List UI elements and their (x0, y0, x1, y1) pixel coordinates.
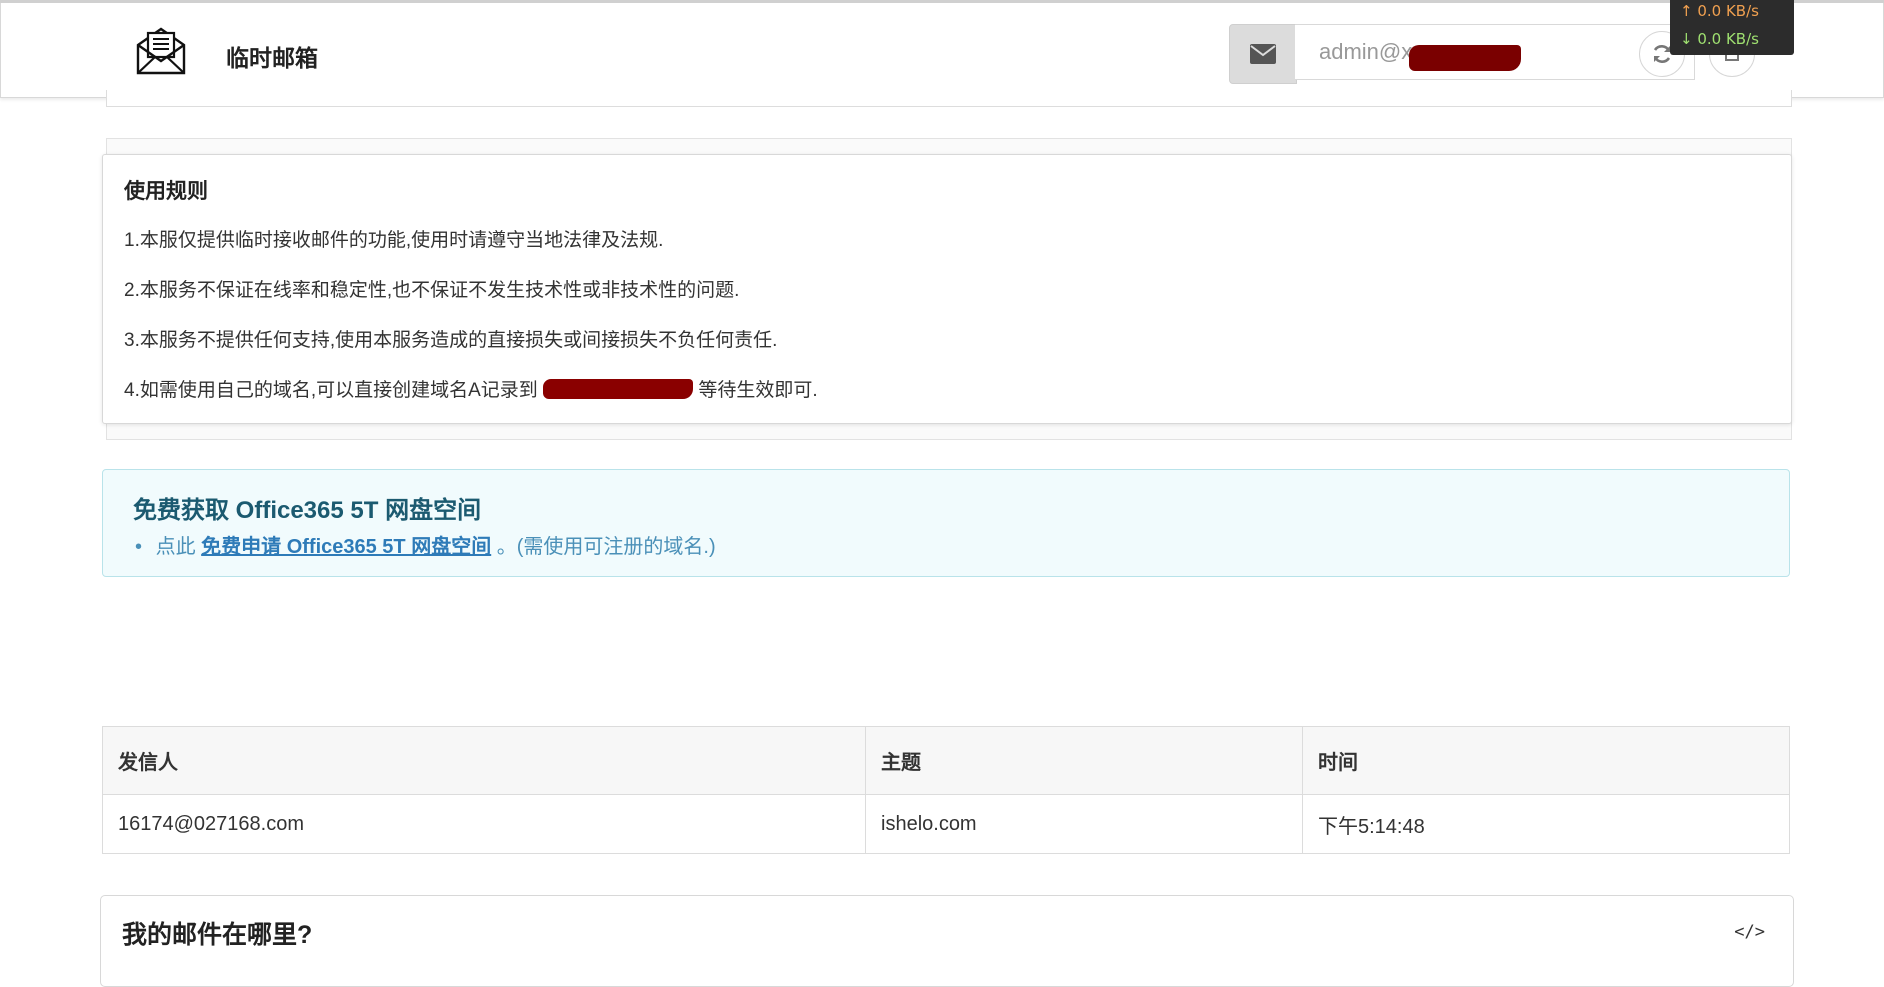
app-title: 临时邮箱 (226, 45, 318, 71)
faq-card[interactable]: 我的邮件在哪里? </> (100, 895, 1794, 987)
promo-item: • 点此 免费申请 Office365 5T 网盘空间 。(需使用可注册的域名.… (135, 530, 716, 559)
promo-prefix: 点此 (155, 536, 196, 558)
office365-apply-link[interactable]: 免费申请 Office365 5T 网盘空间 (201, 536, 491, 558)
upload-speed: ↑ 0.0 KB/s (1680, 2, 1759, 20)
bullet-icon: • (135, 536, 143, 558)
faq-title: 我的邮件在哪里? (122, 921, 313, 949)
table-header-row: 发信人 主题 时间 (102, 726, 1790, 795)
cell-subject: ishelo.com (865, 794, 1303, 854)
redaction-mark (1409, 45, 1521, 71)
rule-item-domain: 4.如需使用自己的域名,可以直接创建域名A记录到 等待生效即可. (124, 375, 818, 402)
rule-item-4-prefix: 4.如需使用自己的域名,可以直接创建域名A记录到 (124, 380, 538, 401)
paper-edge-decoration (106, 90, 1792, 107)
promo-title: 免费获取 Office365 5T 网盘空间 (133, 497, 482, 524)
envelope-icon (1250, 44, 1276, 64)
rule-item: 1.本服仅提供临时接收邮件的功能,使用时请遵守当地法律及法规. (124, 230, 664, 251)
rules-title: 使用规则 (124, 180, 208, 203)
network-speed-widget: ↑ 0.0 KB/s ↓ 0.0 KB/s (1670, 0, 1794, 55)
column-header-time: 时间 (1302, 726, 1790, 795)
rule-item: 2.本服务不保证在线率和稳定性,也不保证不发生技术性或非技术性的问题. (124, 280, 740, 301)
server-address-link[interactable] (543, 378, 694, 401)
mail-button[interactable] (1229, 24, 1297, 84)
navbar: 临时邮箱 (0, 3, 1884, 98)
rule-item: 3.本服务不提供任何支持,使用本服务造成的直接损失或间接损失不负任何责任. (124, 330, 778, 351)
inbox-table: 发信人 主题 时间 16174@027168.com ishelo.com 下午… (102, 726, 1790, 854)
column-header-subject: 主题 (865, 726, 1303, 795)
office365-promo-alert: 免费获取 Office365 5T 网盘空间 • 点此 免费申请 Office3… (102, 469, 1790, 577)
envelope-logo-icon (136, 27, 186, 75)
column-header-sender: 发信人 (102, 726, 866, 795)
promo-suffix: 。(需使用可注册的域名.) (496, 536, 716, 558)
redaction-mark (543, 378, 694, 399)
download-speed: ↓ 0.0 KB/s (1680, 30, 1759, 48)
rule-item-4-suffix: 等待生效即可. (698, 380, 818, 401)
code-icon[interactable]: </> (1734, 922, 1765, 942)
table-row[interactable]: 16174@027168.com ishelo.com 下午5:14:48 (102, 794, 1790, 854)
cell-time: 下午5:14:48 (1302, 794, 1790, 854)
cell-sender: 16174@027168.com (102, 794, 866, 854)
usage-rules-card: 使用规则 1.本服仅提供临时接收邮件的功能,使用时请遵守当地法律及法规. 2.本… (102, 154, 1792, 424)
